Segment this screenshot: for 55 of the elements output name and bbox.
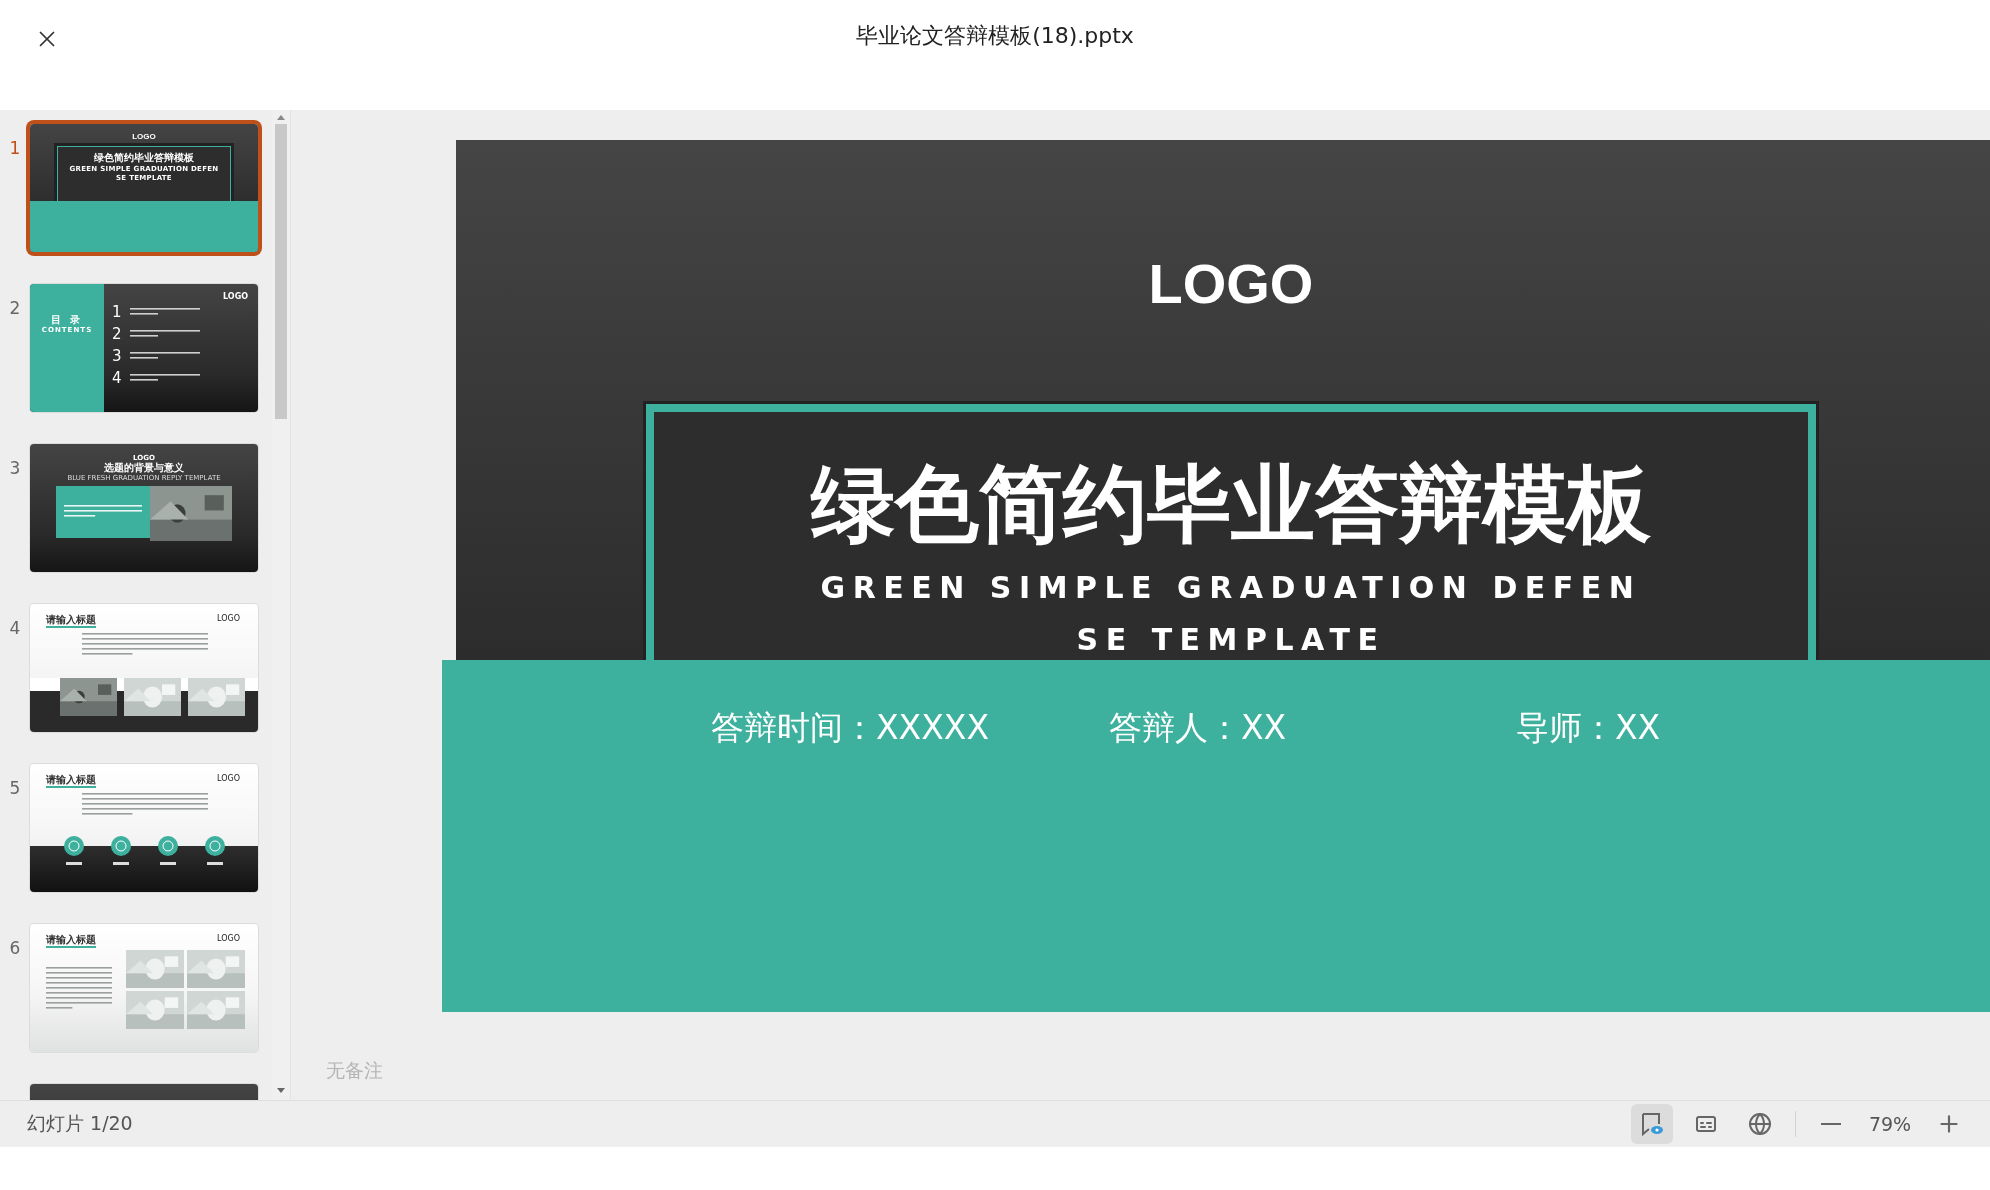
text-lines-drawing	[129, 373, 200, 384]
slide-thumbnail[interactable]: 请输入标题 LOGO	[30, 764, 258, 892]
label-line-drawing	[65, 862, 82, 865]
label-line-drawing	[159, 862, 176, 865]
logo-text: LOGO	[1148, 251, 1314, 316]
contents-heading: 目 录	[50, 314, 84, 326]
notes-view-button[interactable]	[1631, 1104, 1673, 1144]
text-lines-drawing	[129, 351, 200, 362]
slide-counter: 幻灯片 1/20	[27, 1111, 134, 1136]
label-line-drawing	[206, 862, 223, 865]
slide-heading: 请输入标题	[46, 774, 96, 788]
item-number: 4	[112, 369, 122, 387]
slide-title: 绿色简约毕业答辩模板	[811, 454, 1651, 555]
zoom-level: 79%	[1867, 1113, 1913, 1135]
slide-thumbnail[interactable]: 请输入标题 LOGO	[30, 924, 258, 1052]
scroll-up-icon[interactable]	[277, 114, 285, 120]
notes-icon	[1639, 1111, 1665, 1137]
item-number: 1	[112, 303, 122, 321]
slide-number: 4	[8, 617, 22, 638]
logo-text: LOGO	[217, 934, 240, 945]
globe-icon	[1748, 1112, 1772, 1136]
slide-number: 1	[8, 137, 22, 158]
slide-subtitle: GREEN SIMPLE GRADUATION DEFEN	[820, 569, 1642, 607]
slide-number: 2	[8, 297, 22, 318]
text-lines-drawing	[46, 965, 112, 1011]
info-text: 答辩人：XX	[1109, 707, 1288, 749]
info-text: 答辩时间：XXXXX	[711, 707, 991, 749]
slide-subtitle: SE TEMPLATE	[1076, 620, 1386, 659]
scroll-down-icon[interactable]	[277, 1088, 285, 1094]
item-number: 3	[112, 347, 122, 365]
slide-title: 选题的背景与意义	[104, 462, 184, 474]
slide-heading: 请输入标题	[46, 934, 96, 948]
circle-icon	[110, 836, 131, 856]
text-lines-drawing	[129, 307, 200, 318]
notes-text: 无备注	[326, 1058, 384, 1083]
slide-title: 绿色简约毕业答辩模板	[94, 151, 194, 165]
circle-icon	[204, 836, 225, 856]
logo-text: LOGO	[217, 774, 240, 785]
window-title: 毕业论文答辩模板(18).pptx	[856, 22, 1134, 50]
scroll-thumb[interactable]	[275, 124, 287, 419]
circle-icon	[157, 836, 178, 856]
item-number: 2	[112, 325, 122, 343]
slide-number: 5	[8, 777, 22, 798]
slide-thumbnail[interactable]: 请输入标题 LOGO	[30, 604, 258, 732]
logo-text: LOGO	[132, 132, 156, 141]
label-line-drawing	[112, 862, 129, 865]
circle-icon	[63, 836, 84, 856]
text-lines-drawing	[129, 329, 200, 340]
slide-heading: 请输入标题	[46, 614, 96, 628]
info-text: 导师：XX	[1516, 707, 1662, 749]
minus-icon	[1821, 1123, 1841, 1125]
logo-text: LOGO	[223, 292, 248, 302]
slide-number: 3	[8, 457, 22, 478]
slide-number: 6	[8, 937, 22, 958]
logo-text: LOGO	[217, 614, 240, 625]
